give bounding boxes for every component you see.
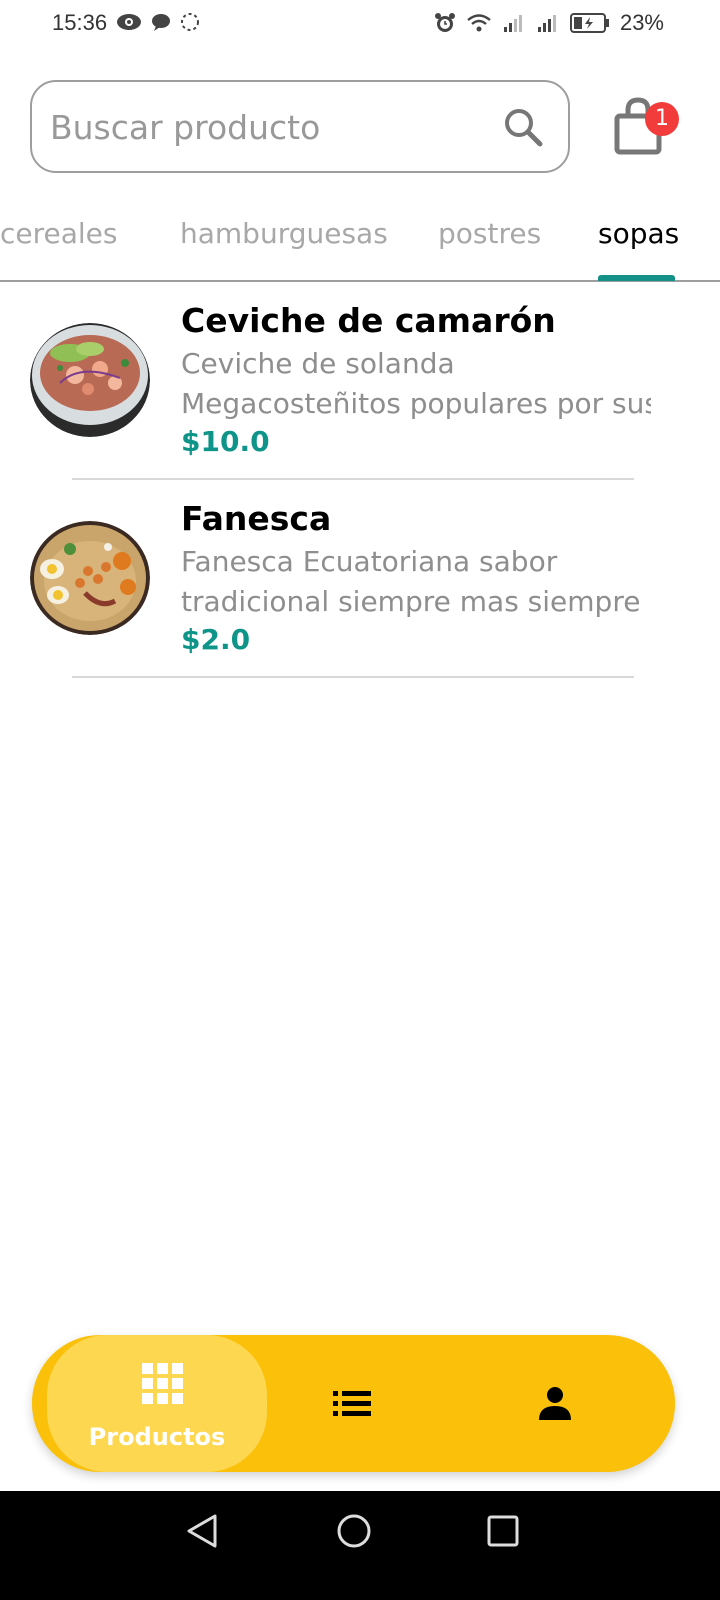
back-icon[interactable] xyxy=(185,1513,219,1549)
product-price: $2.0 xyxy=(181,623,251,656)
wifi-icon xyxy=(467,14,491,32)
person-icon[interactable] xyxy=(537,1385,573,1421)
eye-icon xyxy=(117,14,141,30)
search-icon[interactable] xyxy=(502,106,546,150)
tab-postres[interactable]: postres xyxy=(438,217,541,250)
status-bar: 15:36 23% xyxy=(0,0,720,48)
chat-icon xyxy=(152,14,170,31)
product-image xyxy=(30,521,150,635)
system-navigation-bar xyxy=(0,1491,720,1600)
battery-percentage: 23% xyxy=(619,10,664,35)
product-description: Fanesca Ecuatoriana sabor xyxy=(181,545,558,578)
tab-indicator xyxy=(598,275,675,281)
list-item[interactable]: Fanesca Fanesca Ecuatoriana sabor tradic… xyxy=(0,481,720,679)
cart-badge: 1 xyxy=(645,102,679,136)
list-icon[interactable] xyxy=(333,1391,371,1417)
alarm-icon xyxy=(434,13,455,32)
product-description: Megacosteñitos populares por sus xyxy=(181,387,651,420)
product-image xyxy=(30,323,150,437)
nav-item-productos[interactable]: Productos xyxy=(47,1335,267,1472)
recents-icon[interactable] xyxy=(486,1514,520,1548)
tab-cereales[interactable]: cereales xyxy=(0,217,118,250)
bottom-navigation: Productos xyxy=(32,1335,675,1472)
divider xyxy=(72,676,634,678)
battery-icon xyxy=(569,13,609,33)
signal-icon xyxy=(503,15,522,32)
product-description: Ceviche de solanda xyxy=(181,347,455,380)
product-name: Fanesca xyxy=(181,499,332,538)
category-tabs: cereales hamburguesas postres sopas xyxy=(0,205,720,282)
list-item[interactable]: Ceviche de camarón Ceviche de solanda Me… xyxy=(0,283,720,481)
product-price: $10.0 xyxy=(181,425,270,458)
signal-icon xyxy=(537,15,556,32)
product-list: Ceviche de camarón Ceviche de solanda Me… xyxy=(0,283,720,679)
product-description: tradicional siempre mas siempre xyxy=(181,585,641,618)
product-name: Ceviche de camarón xyxy=(181,301,556,340)
tab-hamburguesas[interactable]: hamburguesas xyxy=(180,217,388,250)
home-icon[interactable] xyxy=(336,1513,372,1549)
search-input[interactable] xyxy=(50,102,490,152)
search-box[interactable] xyxy=(30,80,570,173)
tab-sopas[interactable]: sopas xyxy=(598,217,679,250)
divider xyxy=(72,478,634,480)
grid-icon xyxy=(142,1363,183,1404)
loading-icon xyxy=(181,13,199,31)
status-time: 15:36 xyxy=(52,10,108,35)
nav-label-productos: Productos xyxy=(88,1423,226,1451)
